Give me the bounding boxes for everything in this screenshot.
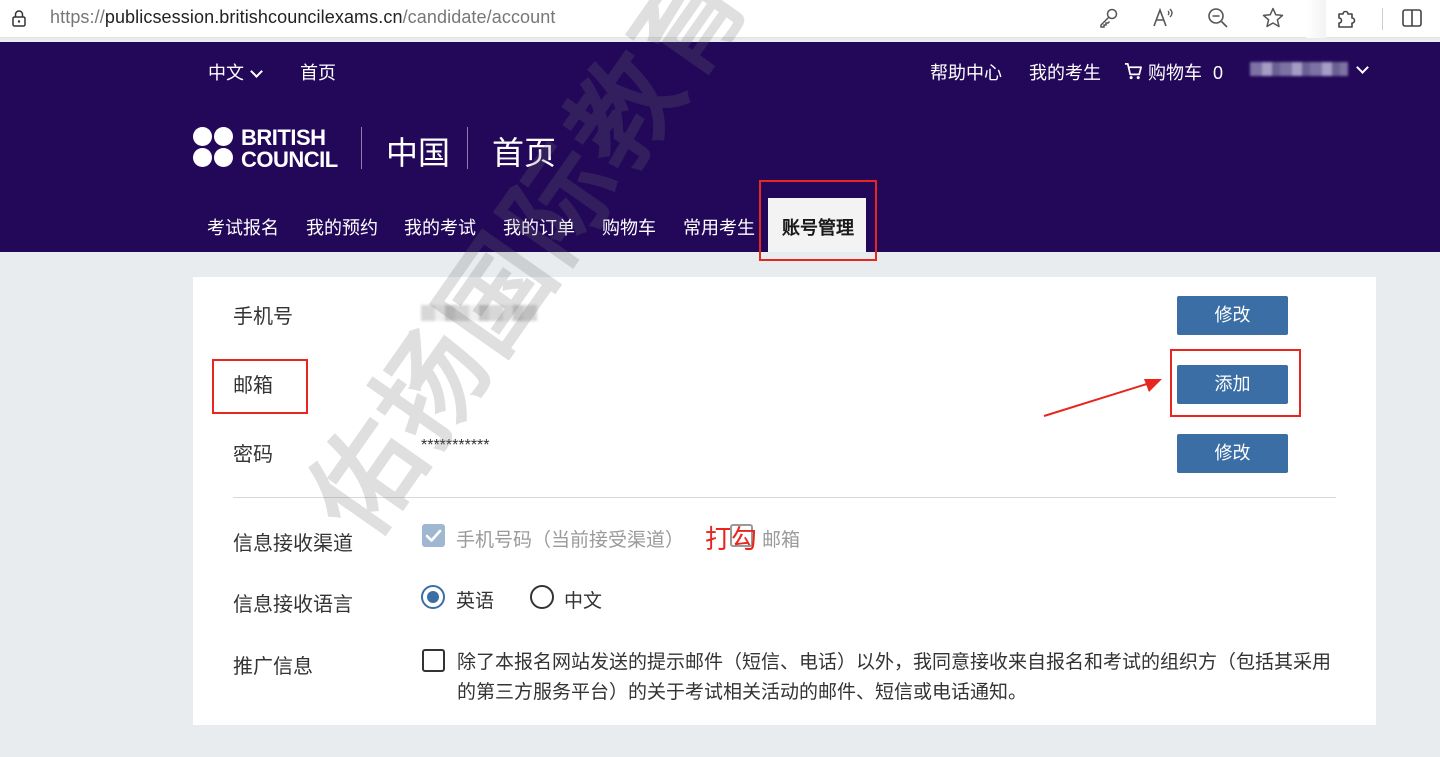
language-chinese-radio[interactable] [530, 585, 554, 609]
logo-line-1: BRITISH [241, 125, 326, 150]
page-title[interactable]: 首页 [492, 128, 556, 174]
nav-frequent-candidates[interactable]: 常用考生 [683, 214, 755, 240]
edit-password-button[interactable]: 修改 [1177, 434, 1288, 473]
nav-cart[interactable]: 购物车 [602, 214, 656, 240]
region-title[interactable]: 中国 [386, 128, 450, 174]
zoom-out-icon[interactable] [1206, 6, 1230, 30]
cart-link[interactable]: 购物车 0 [1124, 59, 1223, 85]
user-menu-name-blurred[interactable] [1250, 62, 1348, 76]
key-icon[interactable] [1097, 6, 1121, 30]
nav-my-bookings[interactable]: 我的预约 [306, 214, 378, 240]
split-screen-icon[interactable] [1400, 6, 1424, 30]
header-divider [467, 127, 468, 169]
promo-consent-checkbox[interactable] [422, 649, 445, 672]
help-center-link[interactable]: 帮助中心 [930, 59, 1002, 85]
language-pref-label: 信息接收语言 [233, 594, 353, 616]
nav-my-orders[interactable]: 我的订单 [503, 214, 575, 240]
nav-exam-registration[interactable]: 考试报名 [207, 214, 279, 240]
cart-icon [1124, 63, 1142, 80]
channel-email-label: 邮箱 [762, 530, 801, 551]
top-home-link[interactable]: 首页 [300, 59, 336, 85]
toolbar-separator [1382, 8, 1383, 30]
toolbar-divider-shade [1306, 0, 1326, 38]
language-label: 中文 [208, 63, 244, 83]
annotation-box-add-button [1170, 349, 1301, 417]
annotation-arrow-icon [1043, 379, 1162, 417]
checkmark-icon [425, 529, 442, 542]
nav-my-exams[interactable]: 我的考试 [404, 214, 476, 240]
channel-phone-checkbox[interactable] [422, 524, 445, 547]
language-chinese-label: 中文 [564, 591, 603, 612]
browser-address-bar: https://publicsession.britishcouncilexam… [0, 0, 1440, 38]
account-card: 手机号 修改 邮箱 添加 密码 *********** 修改 信息接收渠道 手机… [193, 277, 1376, 725]
annotation-box-account-tab [759, 180, 877, 261]
password-value: *********** [421, 437, 490, 454]
promo-consent-text: 除了本报名网站发送的提示邮件（短信、电话）以外，我同意接收来自报名和考试的组织方… [457, 652, 1332, 703]
cart-count: 0 [1213, 63, 1224, 83]
language-english-label: 英语 [456, 591, 495, 612]
url-path: /candidate/account [402, 7, 556, 27]
logo-dot [193, 127, 212, 146]
my-candidates-link[interactable]: 我的考生 [1029, 59, 1101, 85]
channel-label: 信息接收渠道 [233, 533, 353, 555]
chevron-down-icon [250, 65, 263, 78]
british-council-logo[interactable]: BRITISH COUNCIL [193, 127, 353, 171]
logo-dot [214, 127, 233, 146]
favorite-star-icon[interactable] [1261, 6, 1285, 30]
edit-phone-button[interactable]: 修改 [1177, 296, 1288, 335]
logo-dot [193, 148, 212, 167]
site-header: 中文 首页 帮助中心 我的考生 购物车 0 BRITISH COUNCIL 中国… [0, 42, 1440, 252]
logo-line-2: COUNCIL [241, 147, 338, 172]
logo-dot [214, 148, 233, 167]
lock-icon[interactable] [10, 9, 28, 27]
read-aloud-icon[interactable] [1151, 6, 1175, 30]
url-host: publicsession.britishcouncilexams.cn [104, 7, 403, 27]
annotation-tick-note: 打勾 [705, 524, 758, 554]
header-divider [361, 127, 362, 169]
language-english-radio[interactable] [421, 585, 445, 609]
cart-label: 购物车 [1148, 63, 1203, 83]
url-scheme: https:// [50, 7, 105, 27]
section-divider [233, 497, 1336, 498]
chevron-down-icon [1356, 61, 1369, 74]
user-menu-toggle[interactable] [1356, 59, 1369, 80]
extensions-icon[interactable] [1334, 6, 1358, 30]
phone-value-blurred [421, 305, 537, 321]
channel-phone-label: 手机号码（当前接受渠道） [456, 530, 685, 551]
url-field[interactable]: https://publicsession.britishcouncilexam… [50, 7, 556, 28]
password-label: 密码 [233, 444, 273, 466]
phone-label: 手机号 [233, 306, 293, 328]
promo-label: 推广信息 [233, 656, 313, 678]
language-selector[interactable]: 中文 [208, 59, 263, 85]
annotation-box-email-label [212, 359, 308, 414]
